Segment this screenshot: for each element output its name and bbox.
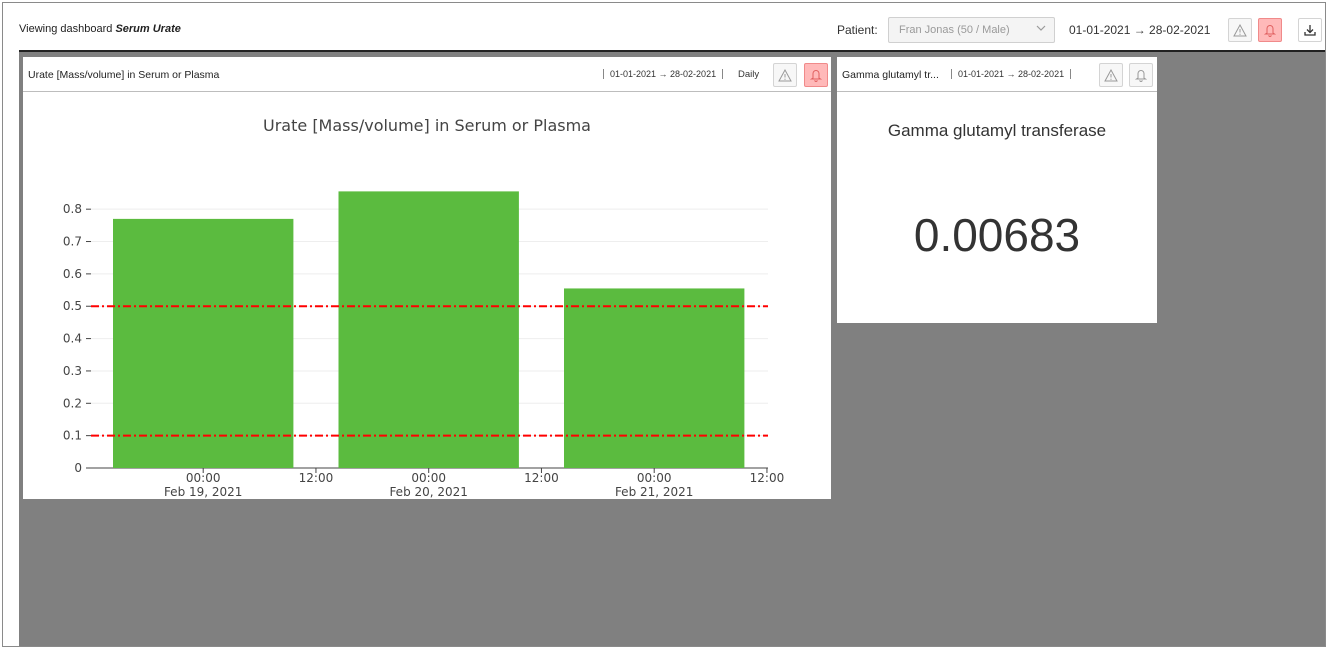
urate-panel: Urate [Mass/volume] in Serum or Plasma 0… <box>23 57 831 499</box>
bell-icon <box>1264 25 1276 37</box>
ggt-panel-header: Gamma glutamyl tr... 01-01-2021 → 28-02-… <box>837 57 1157 92</box>
x-tick-label-time: 12:00 <box>750 471 785 485</box>
ggt-kpi-value: 0.00683 <box>913 209 1081 261</box>
bell-icon <box>810 70 822 82</box>
x-tick-label-time: 00:00 <box>637 471 672 485</box>
warning-icon <box>1104 68 1118 81</box>
y-tick-label: 0.7 <box>63 235 82 249</box>
y-tick-label: 0.1 <box>63 429 82 443</box>
urate-panel-header: Urate [Mass/volume] in Serum or Plasma 0… <box>23 57 831 92</box>
x-tick-label-time: 12:00 <box>299 471 334 485</box>
ggt-panel: Gamma glutamyl tr... 01-01-2021 → 28-02-… <box>837 57 1157 323</box>
urate-panel-granularity[interactable]: Daily <box>738 69 759 80</box>
bar <box>338 191 519 468</box>
y-tick-label: 0 <box>74 461 82 475</box>
download-button[interactable] <box>1298 18 1322 42</box>
y-tick-label: 0.3 <box>63 364 82 378</box>
bar <box>113 218 294 468</box>
app-frame: Viewing dashboard Serum Urate Patient: F… <box>2 2 1326 647</box>
urate-panel-date-range[interactable]: 01-01-2021 → 28-02-2021 <box>603 69 724 79</box>
y-tick-label: 0.2 <box>63 396 82 410</box>
dashboard-header: Viewing dashboard Serum Urate Patient: F… <box>3 3 1325 51</box>
patient-select[interactable]: Fran Jonas (50 / Male) <box>888 17 1055 43</box>
ggt-bell-button[interactable] <box>1129 63 1153 87</box>
y-tick-label: 0.6 <box>63 267 82 281</box>
dashboard-canvas: Urate [Mass/volume] in Serum or Plasma 0… <box>19 52 1325 646</box>
x-tick-label-date: Feb 19, 2021 <box>164 485 243 499</box>
x-tick-label-date: Feb 21, 2021 <box>615 485 694 499</box>
y-tick-label: 0.8 <box>63 202 82 216</box>
urate-panel-title: Urate [Mass/volume] in Serum or Plasma <box>28 69 220 81</box>
dashboard-title-prefix: Viewing dashboard <box>19 23 113 35</box>
warning-icon <box>778 68 792 81</box>
urate-bar-chart: Urate [Mass/volume] in Serum or Plasma00… <box>63 116 785 499</box>
dashboard-date-range[interactable]: 01-01-2021 → 28-02-2021 <box>1069 23 1210 37</box>
urate-warning-button[interactable] <box>773 63 797 87</box>
patient-select-value: Fran Jonas (50 / Male) <box>899 24 1010 36</box>
ggt-kpi-title: Gamma glutamyl transferase <box>887 121 1107 140</box>
y-tick-label: 0.4 <box>63 332 82 346</box>
ggt-panel-title: Gamma glutamyl tr... <box>842 69 939 81</box>
dashboard-title: Viewing dashboard Serum Urate <box>19 23 181 35</box>
chart-title: Urate [Mass/volume] in Serum or Plasma <box>263 116 591 135</box>
patient-label: Patient: <box>837 23 878 37</box>
dashboard-name: Serum Urate <box>115 23 181 35</box>
bell-icon <box>1135 70 1147 82</box>
bar <box>564 288 745 468</box>
warning-button[interactable] <box>1228 18 1252 42</box>
urate-bell-button[interactable] <box>804 63 828 87</box>
x-tick-label-time: 12:00 <box>524 471 559 485</box>
x-tick-label-time: 00:00 <box>186 471 221 485</box>
ggt-panel-date-range[interactable]: 01-01-2021 → 28-02-2021 <box>951 69 1072 79</box>
bell-button[interactable] <box>1258 18 1282 42</box>
x-tick-label-time: 00:00 <box>411 471 446 485</box>
ggt-panel-body: Gamma glutamyl transferase 0.00683 <box>837 93 1157 323</box>
warning-icon <box>1233 23 1247 36</box>
x-tick-label-date: Feb 20, 2021 <box>389 485 468 499</box>
download-icon <box>1304 25 1316 36</box>
ggt-warning-button[interactable] <box>1099 63 1123 87</box>
chevron-down-icon <box>1036 23 1046 36</box>
urate-panel-body: Urate [Mass/volume] in Serum or Plasma 0 0… <box>23 93 831 499</box>
y-tick-label: 0.5 <box>63 299 82 313</box>
